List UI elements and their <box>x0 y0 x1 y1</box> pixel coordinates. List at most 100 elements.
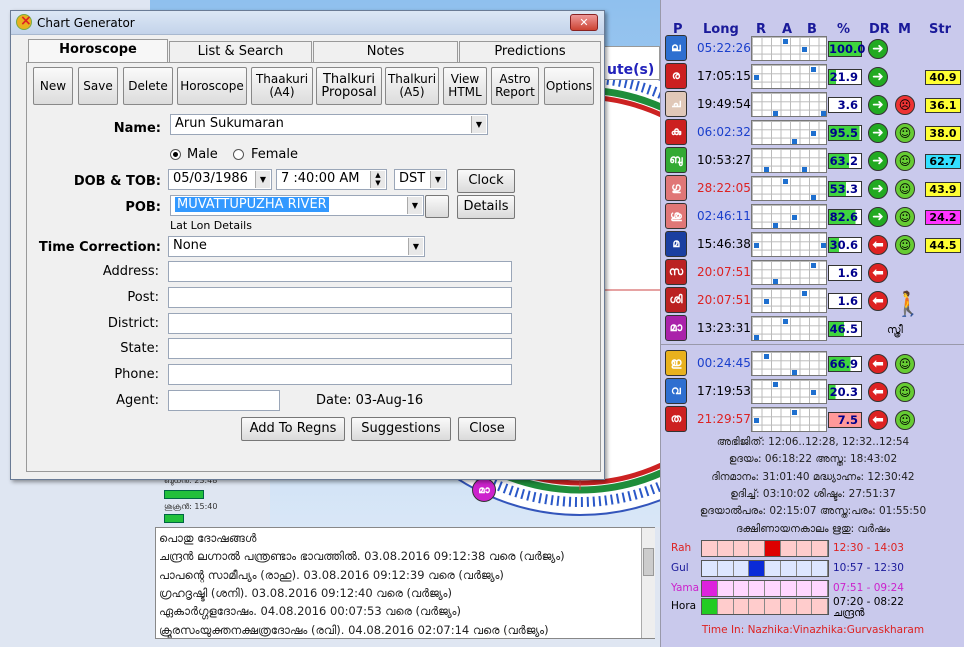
planet-row[interactable]: ല 05:22:26 100.0 ➜ <box>661 35 964 63</box>
planet-badge[interactable]: ശി <box>665 287 687 313</box>
planet-badge[interactable]: മാ <box>665 315 687 341</box>
close-button[interactable]: Close <box>458 417 516 441</box>
options-button[interactable]: Options <box>544 67 594 105</box>
planet-badge[interactable]: ച <box>665 91 687 117</box>
planet-badge[interactable]: ശു <box>665 203 687 229</box>
dob-date-picker[interactable]: 05/03/1986 ▼ <box>168 169 272 190</box>
arrow-right-icon[interactable]: ➜ <box>868 207 888 227</box>
planet-badge[interactable]: ല <box>665 35 687 61</box>
horoscope-button[interactable]: Horoscope <box>177 67 247 105</box>
thalkuri-a5-button[interactable]: Thalkuri (A5) <box>385 67 439 105</box>
pob-extra-button[interactable] <box>425 195 449 218</box>
planet-rab-grid <box>751 120 827 145</box>
grid-dot <box>811 389 816 395</box>
arrow-left-icon[interactable]: ⬅ <box>868 354 888 374</box>
dob-value: 05/03/1986 <box>173 171 248 186</box>
suggestions-button[interactable]: Suggestions <box>351 417 451 441</box>
planet-row[interactable]: ബു 10:53:27 63.2 ➜ ☺ 62.7 <box>661 147 964 175</box>
astro-report-button[interactable]: Astro Report <box>491 67 539 105</box>
scroll-thumb[interactable] <box>643 548 654 576</box>
planet-row[interactable]: ഗു 28:22:05 53.3 ➜ ☺ 43.9 <box>661 175 964 203</box>
angry-face-icon: ☹ <box>895 95 915 115</box>
tab-horoscope[interactable]: Horoscope <box>28 39 168 63</box>
dosha-line: പാപന്റെ സാമീപ്യം (രാഹു). 03.08.2016 09:1… <box>159 567 504 582</box>
chevron-down-icon[interactable]: ▼ <box>408 238 423 255</box>
view-html-button[interactable]: View HTML <box>443 67 487 105</box>
add-to-regns-button[interactable]: Add To Regns <box>241 417 345 441</box>
lat-lon-details-link[interactable]: Lat Lon Details <box>170 219 252 232</box>
new-button[interactable]: New <box>33 67 73 105</box>
tab-list-search[interactable]: List & Search <box>169 41 312 62</box>
thalkuri-proposal-button[interactable]: Thalkuri Proposal <box>316 67 382 105</box>
male-radio[interactable] <box>170 149 181 160</box>
planet-badge[interactable]: ബു <box>665 147 687 173</box>
planet-row[interactable]: വ 17:19:53 20.3 ⬅ ☺ <box>661 378 964 406</box>
time-cell <box>717 541 734 556</box>
tob-time-picker[interactable]: 7 :40:00 AM ▲ ▼ <box>276 169 387 190</box>
arrow-right-icon[interactable]: ➜ <box>868 123 888 143</box>
arrow-right-icon[interactable]: ➜ <box>868 95 888 115</box>
chart-planet-marker[interactable]: മാ <box>472 478 496 502</box>
planet-percent: 46.5 <box>828 321 862 337</box>
agent-field[interactable] <box>168 390 280 411</box>
arrow-left-icon[interactable]: ⬅ <box>868 263 888 283</box>
arrow-left-icon[interactable]: ⬅ <box>868 291 888 311</box>
arrow-left-icon[interactable]: ⬅ <box>868 382 888 402</box>
spin-icon[interactable]: ▲ ▼ <box>370 171 385 188</box>
chevron-down-icon[interactable]: ▼ <box>407 197 422 214</box>
planet-row[interactable]: സ 20:07:51 1.6 ⬅ <box>661 259 964 287</box>
stat-label: ശുക്രന്‍: 15:40 <box>164 502 218 511</box>
address-field[interactable] <box>168 261 512 282</box>
planet-badge[interactable]: വ <box>665 378 687 404</box>
planet-row[interactable]: മ 15:46:38 30.6 ⬅ ☺ 44.5 <box>661 231 964 259</box>
planet-row[interactable]: മാ 13:23:31 46.5 <box>661 315 964 343</box>
time-cell <box>733 541 750 556</box>
dosha-scrollbar[interactable] <box>641 528 655 638</box>
chevron-down-icon[interactable]: ▼ <box>255 171 270 188</box>
details-button[interactable]: Details <box>457 195 515 219</box>
planet-badge[interactable]: സ <box>665 259 687 285</box>
arrow-right-icon[interactable]: ➜ <box>868 67 888 87</box>
chevron-down-icon[interactable]: ▼ <box>430 171 445 188</box>
phone-field[interactable] <box>168 364 512 385</box>
post-field[interactable] <box>168 287 512 308</box>
planet-badge[interactable]: മ <box>665 231 687 257</box>
planet-badge[interactable]: ഗു <box>665 175 687 201</box>
planet-badge[interactable]: ത <box>665 406 687 432</box>
save-button[interactable]: Save <box>78 67 118 105</box>
arrow-right-icon[interactable]: ➜ <box>868 151 888 171</box>
district-field[interactable] <box>168 313 512 334</box>
dosha-list[interactable]: പൊതു ദോഷങ്ങള്‍ ചന്ദ്രന്‍ ലഗ്നാല്‍ പന്ത്രണ… <box>155 527 655 639</box>
planet-row[interactable]: ച 19:49:54 3.6 ➜ ☹ 36.1 <box>661 91 964 119</box>
planet-percent: 21.9 <box>828 69 862 85</box>
delete-button[interactable]: Delete <box>123 67 173 105</box>
arrow-left-icon[interactable]: ⬅ <box>868 235 888 255</box>
close-window-button[interactable]: ✕ <box>570 14 598 31</box>
grid-dot <box>801 167 807 173</box>
time-correction-combo[interactable]: None ▼ <box>168 236 425 257</box>
planet-badge[interactable]: കു <box>665 119 687 145</box>
arrow-right-icon[interactable]: ➜ <box>868 39 888 59</box>
planet-row[interactable]: ത 21:29:57 7.5 ⬅ ☺ <box>661 406 964 434</box>
arrow-left-icon[interactable]: ⬅ <box>868 410 888 430</box>
planet-badge[interactable]: ഇ <box>665 350 687 376</box>
name-combo[interactable]: Arun Sukumaran ▼ <box>170 114 488 135</box>
arrow-right-icon[interactable]: ➜ <box>868 179 888 199</box>
title-bar[interactable]: Chart Generator ✕ <box>11 11 604 35</box>
planet-row[interactable]: ര 17:05:15 21.9 ➜ 40.9 <box>661 63 964 91</box>
chevron-down-icon[interactable]: ▼ <box>471 116 486 133</box>
tab-predictions[interactable]: Predictions <box>459 41 601 62</box>
pob-combo[interactable]: MUVATTUPUZHA RIVER ▼ <box>170 195 424 216</box>
state-field[interactable] <box>168 338 512 359</box>
female-radio[interactable] <box>233 149 244 160</box>
planet-row[interactable]: ഇ 00:24:45 66.9 ⬅ ☺ <box>661 350 964 378</box>
tab-notes[interactable]: Notes <box>313 41 458 62</box>
grid-dot <box>811 66 816 72</box>
clock-button[interactable]: Clock <box>457 169 515 193</box>
planet-row[interactable]: ശു 02:46:11 82.6 ➜ ☺ 24.2 <box>661 203 964 231</box>
dst-combo[interactable]: DST ▼ <box>394 169 447 190</box>
planet-row[interactable]: കു 06:02:32 95.5 ➜ ☺ 38.0 <box>661 119 964 147</box>
planet-longitude: 15:46:38 <box>697 237 751 251</box>
planet-badge[interactable]: ര <box>665 63 687 89</box>
thaakuri-a4-button[interactable]: Thaakuri (A4) <box>251 67 313 105</box>
